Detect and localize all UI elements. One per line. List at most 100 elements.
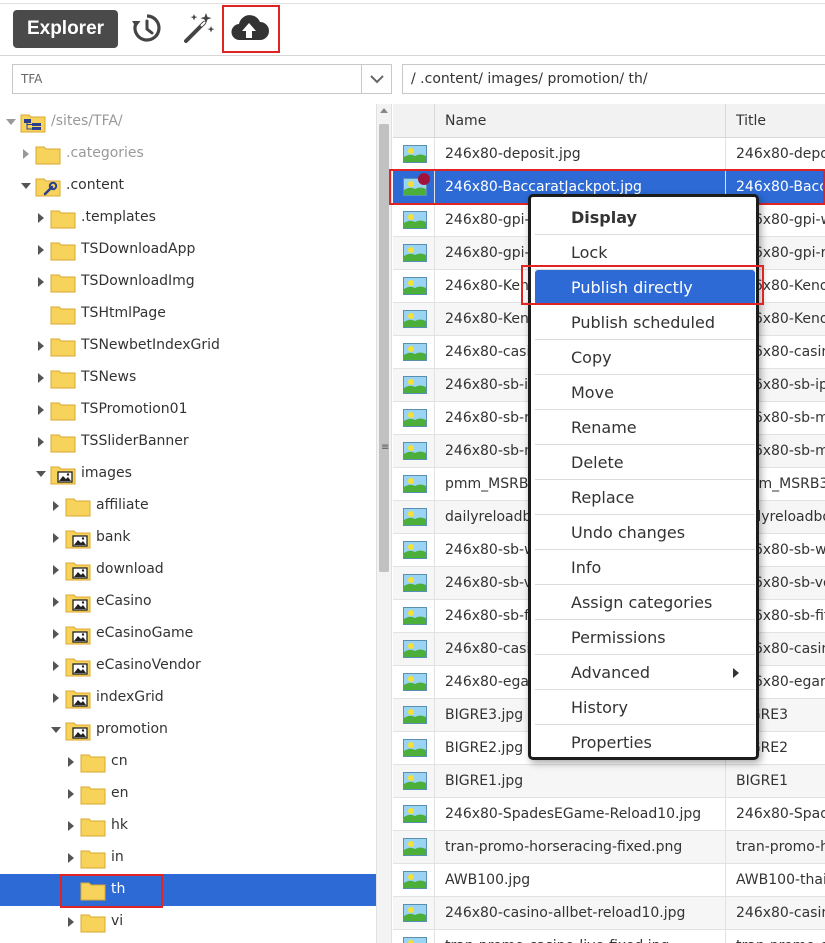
tree-item[interactable]: TSNews bbox=[0, 362, 376, 394]
image-file-icon bbox=[393, 303, 435, 336]
menu-item-replace[interactable]: Replace bbox=[535, 480, 755, 515]
collapsed-arrow-icon[interactable] bbox=[53, 565, 59, 575]
column-header-name[interactable]: Name bbox=[445, 113, 486, 129]
expanded-arrow-icon[interactable] bbox=[36, 471, 46, 477]
collapsed-arrow-icon[interactable] bbox=[53, 501, 59, 511]
menu-item-undo-changes[interactable]: Undo changes bbox=[535, 515, 755, 550]
tree-item[interactable]: in bbox=[0, 842, 376, 874]
menu-item-label: Assign categories bbox=[571, 593, 713, 612]
menu-item-display[interactable]: Display bbox=[535, 200, 755, 235]
collapsed-arrow-icon[interactable] bbox=[38, 437, 44, 447]
collapsed-arrow-icon[interactable] bbox=[23, 149, 29, 159]
table-row[interactable]: 246x80-SpadesEGame-Reload10.jpg 246x80-Sp… bbox=[393, 798, 825, 831]
collapsed-arrow-icon[interactable] bbox=[53, 597, 59, 607]
table-row[interactable]: BIGRE1.jpg BIGRE1 bbox=[393, 765, 825, 798]
table-row[interactable]: 246x80-deposit.jpg 246x80-depos bbox=[393, 138, 825, 171]
menu-item-advanced[interactable]: Advanced bbox=[535, 655, 755, 690]
tree-item[interactable]: en bbox=[0, 778, 376, 810]
tree-item[interactable]: /sites/TFA/ bbox=[0, 106, 376, 138]
scroll-up-arrow-icon[interactable] bbox=[380, 108, 388, 113]
collapsed-arrow-icon[interactable] bbox=[68, 757, 74, 767]
tree-item[interactable]: vi bbox=[0, 906, 376, 938]
folder-icon bbox=[50, 239, 76, 261]
menu-item-assign-categories[interactable]: Assign categories bbox=[535, 585, 755, 620]
image-file-icon bbox=[393, 138, 435, 171]
collapsed-arrow-icon[interactable] bbox=[68, 789, 74, 799]
collapsed-arrow-icon[interactable] bbox=[38, 213, 44, 223]
image-folder-icon bbox=[65, 719, 91, 741]
menu-item-rename[interactable]: Rename bbox=[535, 410, 755, 445]
collapsed-arrow-icon[interactable] bbox=[38, 277, 44, 287]
file-title-cell: 246x80-casino bbox=[736, 905, 825, 921]
menu-item-label: Lock bbox=[571, 243, 608, 262]
menu-item-history[interactable]: History bbox=[535, 690, 755, 725]
site-select[interactable]: TFA bbox=[12, 64, 392, 94]
table-row[interactable]: tran-promo-horseracing-fixed.png tran-pro… bbox=[393, 831, 825, 864]
tree-item[interactable]: bank bbox=[0, 522, 376, 554]
collapsed-arrow-icon[interactable] bbox=[53, 533, 59, 543]
expanded-arrow-icon[interactable] bbox=[6, 119, 16, 125]
tree-item[interactable]: indexGrid bbox=[0, 682, 376, 714]
table-row[interactable]: 246x80-casino-allbet-reload10.jpg 246x80-… bbox=[393, 897, 825, 930]
tree-item[interactable]: TSDownloadApp bbox=[0, 234, 376, 266]
tree-item[interactable]: .templates bbox=[0, 202, 376, 234]
collapsed-arrow-icon[interactable] bbox=[38, 245, 44, 255]
menu-item-copy[interactable]: Copy bbox=[535, 340, 755, 375]
tree-item[interactable]: .categories bbox=[0, 138, 376, 170]
menu-item-move[interactable]: Move bbox=[535, 375, 755, 410]
collapsed-arrow-icon[interactable] bbox=[53, 693, 59, 703]
collapsed-arrow-icon[interactable] bbox=[68, 821, 74, 831]
tree-item[interactable]: TSSliderBanner bbox=[0, 426, 376, 458]
menu-item-delete[interactable]: Delete bbox=[535, 445, 755, 480]
scrollbar-thumb[interactable] bbox=[379, 124, 389, 572]
tree-item[interactable]: promotion bbox=[0, 714, 376, 746]
table-row[interactable]: AWB100.jpg AWB100-thai bbox=[393, 864, 825, 897]
collapsed-arrow-icon[interactable] bbox=[38, 373, 44, 383]
expanded-arrow-icon[interactable] bbox=[51, 727, 61, 733]
tree-item[interactable]: affiliate bbox=[0, 490, 376, 522]
collapsed-arrow-icon[interactable] bbox=[68, 917, 74, 927]
tree-item[interactable]: eCasino bbox=[0, 586, 376, 618]
magic-wand-icon[interactable] bbox=[178, 10, 218, 48]
collapsed-arrow-icon[interactable] bbox=[38, 341, 44, 351]
menu-item-permissions[interactable]: Permissions bbox=[535, 620, 755, 655]
folder-icon bbox=[50, 271, 76, 293]
collapsed-arrow-icon[interactable] bbox=[38, 405, 44, 415]
collapsed-arrow-icon[interactable] bbox=[53, 629, 59, 639]
tree-item[interactable]: cn bbox=[0, 746, 376, 778]
menu-item-label: Undo changes bbox=[571, 523, 686, 542]
tree-item[interactable]: eCasinoVendor bbox=[0, 650, 376, 682]
collapsed-arrow-icon[interactable] bbox=[68, 853, 74, 863]
explorer-button[interactable]: Explorer bbox=[13, 10, 118, 48]
expanded-arrow-icon[interactable] bbox=[21, 183, 31, 189]
tree-item[interactable]: images bbox=[0, 458, 376, 490]
cloud-upload-icon[interactable] bbox=[229, 10, 269, 48]
tree-scrollbar[interactable]: ≡ bbox=[376, 104, 392, 943]
tree-item-label: TSNewbetIndexGrid bbox=[81, 337, 220, 353]
collapsed-arrow-icon[interactable] bbox=[53, 661, 59, 671]
image-file-icon bbox=[393, 435, 435, 468]
menu-item-properties[interactable]: Properties bbox=[535, 725, 755, 760]
tree-item[interactable]: download bbox=[0, 554, 376, 586]
tree-item[interactable]: TSNewbetIndexGrid bbox=[0, 330, 376, 362]
menu-item-info[interactable]: Info bbox=[535, 550, 755, 585]
history-icon[interactable] bbox=[127, 10, 167, 48]
tree-item[interactable]: .content bbox=[0, 170, 376, 202]
table-row[interactable]: tran-promo-casino-live-fixed.jpg tran-pro… bbox=[393, 930, 825, 943]
tree-item[interactable]: TSPromotion01 bbox=[0, 394, 376, 426]
tree-item-label: cn bbox=[111, 753, 128, 769]
tree-item-label: affiliate bbox=[96, 497, 149, 513]
splitter-grip-icon[interactable]: ≡ bbox=[381, 442, 389, 453]
tree-item[interactable]: TSDownloadImg bbox=[0, 266, 376, 298]
file-name-cell: BIGRE1.jpg bbox=[445, 773, 524, 789]
tree-item[interactable]: hk bbox=[0, 810, 376, 842]
image-file-icon bbox=[393, 930, 435, 943]
tree-item[interactable]: th bbox=[0, 874, 376, 906]
column-header-title[interactable]: Title bbox=[736, 113, 766, 129]
chevron-down-icon[interactable] bbox=[361, 65, 391, 93]
tree-item[interactable]: TSHtmlPage bbox=[0, 298, 376, 330]
image-file-icon bbox=[393, 336, 435, 369]
path-input[interactable]: / .content/ images/ promotion/ th/ bbox=[402, 64, 825, 94]
menu-item-publish-scheduled[interactable]: Publish scheduled bbox=[535, 305, 755, 340]
tree-item[interactable]: eCasinoGame bbox=[0, 618, 376, 650]
